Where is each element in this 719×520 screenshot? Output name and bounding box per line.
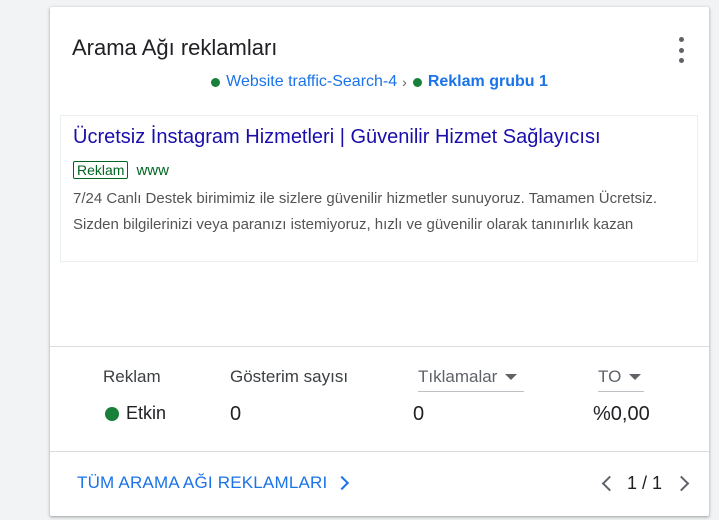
chevron-down-icon (629, 374, 642, 380)
pagination: 1 / 1 (601, 473, 690, 494)
ad-stats-table: Reklam Gösterim sayısı Tıklamalar TO Etk… (50, 346, 709, 452)
all-search-ads-label: TÜM ARAMA AĞI REKLAMLARI (77, 473, 328, 492)
chevron-down-icon (505, 374, 518, 380)
header-ad: Reklam (103, 367, 161, 386)
ad-display-url: www (136, 161, 169, 179)
campaign-status-dot-icon (211, 77, 221, 87)
ad-preview[interactable]: Ücretsiz İnstagram Hizmetleri | Güvenili… (60, 115, 698, 262)
ctr-value: %0,00 (593, 403, 650, 425)
card-title: Arama Ağı reklamları (72, 35, 278, 60)
clicks-value: 0 (413, 403, 425, 425)
ad-group-status-dot-icon (412, 77, 422, 87)
ad-status-label: Etkin (126, 403, 167, 423)
search-ads-card: Arama Ağı reklamları Website traffic-Sea… (50, 7, 709, 516)
ad-headline[interactable]: Ücretsiz İnstagram Hizmetleri | Güvenili… (73, 126, 601, 149)
ad-badge: Reklam (73, 161, 129, 179)
ad-url-row: Reklam www (73, 161, 169, 179)
chevron-left-icon[interactable] (601, 475, 618, 492)
pagination-label: 1 / 1 (626, 473, 662, 493)
breadcrumb-campaign-link[interactable]: Website traffic-Search-4 (226, 73, 397, 91)
header-clicks-label: Tıklamalar (418, 367, 498, 386)
more-vert-icon[interactable] (671, 37, 691, 63)
impressions-value: 0 (230, 403, 242, 425)
header-impressions: Gösterim sayısı (230, 367, 349, 386)
ad-status: Etkin (105, 403, 166, 424)
breadcrumb-ad-group-link[interactable]: Reklam grubu 1 (428, 73, 548, 91)
header-ctr-selector[interactable]: TO (598, 367, 644, 392)
chevron-right-icon (335, 475, 350, 491)
all-search-ads-link[interactable]: TÜM ARAMA AĞI REKLAMLARI (77, 473, 350, 493)
breadcrumb-separator-icon: › (402, 74, 407, 90)
chevron-right-icon[interactable] (673, 475, 690, 492)
status-dot-icon (105, 406, 119, 421)
ad-description: 7/24 Canlı Destek birimimiz ile sizlere … (73, 190, 658, 233)
header-clicks-selector[interactable]: Tıklamalar (418, 367, 524, 392)
breadcrumb: Website traffic-Search-4 › Reklam grubu … (50, 73, 709, 91)
header-ctr-label: TO (598, 367, 622, 386)
